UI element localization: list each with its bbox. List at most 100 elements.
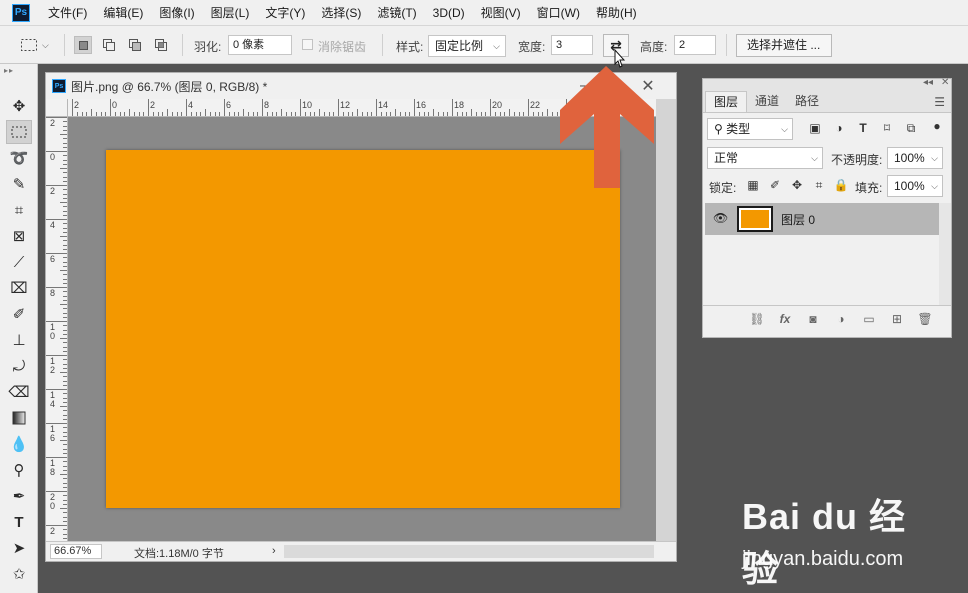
- filter-toggle-icon[interactable]: ●: [929, 119, 945, 133]
- ruler-minor-tick: [119, 112, 121, 116]
- fill-field[interactable]: 100% ⌵: [887, 175, 943, 197]
- panel-header[interactable]: ◂◂ ✕: [703, 77, 951, 91]
- path-selection-tool-icon[interactable]: ➤: [6, 536, 32, 560]
- smart-object-filter-icon[interactable]: ⧉: [903, 121, 919, 136]
- ruler-minor-tick: [494, 112, 496, 116]
- height-input[interactable]: 2: [674, 35, 716, 55]
- collapse-panel-icon[interactable]: ◂◂: [923, 77, 933, 88]
- ruler-minor-tick: [63, 121, 67, 123]
- menu-edit[interactable]: 编辑(E): [95, 0, 151, 26]
- menu-image[interactable]: 图像(I): [151, 0, 202, 26]
- layers-scrollbar[interactable]: [939, 203, 951, 305]
- ruler-minor-tick: [100, 112, 102, 116]
- adjustment-layer-icon[interactable]: ◑: [833, 312, 849, 326]
- custom-shape-tool-icon[interactable]: ✩: [6, 562, 32, 586]
- menu-window[interactable]: 窗口(W): [529, 0, 588, 26]
- panel-menu-icon[interactable]: ☰: [934, 95, 945, 109]
- canvas-image[interactable]: [106, 150, 620, 508]
- frame-tool-icon[interactable]: ⊠: [6, 224, 32, 248]
- type-tool-icon[interactable]: T: [6, 510, 32, 534]
- opacity-field[interactable]: 100% ⌵: [887, 147, 943, 169]
- blend-mode-select[interactable]: 正常 ⌵: [707, 147, 823, 169]
- dodge-tool-icon[interactable]: ⚲: [6, 458, 32, 482]
- layers-list-empty[interactable]: [705, 235, 939, 305]
- crop-tool-icon[interactable]: ⌗: [6, 198, 32, 222]
- add-selection-button[interactable]: [100, 36, 118, 54]
- lock-transparent-icon[interactable]: ▦: [745, 178, 761, 192]
- fx-icon[interactable]: fx: [777, 312, 793, 326]
- status-menu-arrow[interactable]: ›: [272, 545, 276, 557]
- menu-file[interactable]: 文件(F): [40, 0, 95, 26]
- lock-all-icon[interactable]: 🔒: [833, 178, 849, 192]
- vertical-scrollbar[interactable]: [656, 117, 676, 543]
- menu-type[interactable]: 文字(Y): [257, 0, 313, 26]
- layers-panel: ◂◂ ✕ 图层 通道 路径 ☰ ⚲ 类型 ⌵ ▣ ◑ T ⌑ ⧉ ● 正常 ⌵ …: [702, 77, 952, 338]
- healing-brush-tool-icon[interactable]: ⌧: [6, 276, 32, 300]
- layer-name[interactable]: 图层 0: [781, 211, 815, 228]
- ruler-minor-tick: [63, 142, 67, 144]
- ruler-minor-tick: [471, 109, 472, 116]
- ruler-origin[interactable]: [46, 99, 68, 117]
- tab-paths[interactable]: 路径: [787, 91, 827, 112]
- tool-preset-picker[interactable]: ⌵: [20, 36, 54, 54]
- subtract-selection-button[interactable]: [126, 36, 144, 54]
- gradient-tool-icon[interactable]: [6, 406, 32, 430]
- eraser-tool-icon[interactable]: ⌫: [6, 380, 32, 404]
- adjustment-filter-icon[interactable]: ◑: [831, 121, 847, 135]
- ruler-minor-tick: [366, 112, 368, 116]
- pixel-filter-icon[interactable]: ▣: [807, 121, 823, 135]
- ruler-minor-tick: [461, 112, 463, 116]
- menu-help[interactable]: 帮助(H): [588, 0, 645, 26]
- style-select[interactable]: 固定比例 ⌵: [428, 35, 506, 57]
- ruler-minor-tick: [409, 112, 411, 116]
- ruler-label: 0: [50, 152, 56, 162]
- document-info[interactable]: 文档:1.18M/0 字节: [134, 545, 224, 561]
- zoom-level-field[interactable]: 66.67%: [50, 544, 102, 559]
- ruler-minor-tick: [162, 112, 164, 116]
- pen-tool-icon[interactable]: ✒: [6, 484, 32, 508]
- tab-channels[interactable]: 通道: [747, 91, 787, 112]
- horizontal-scrollbar[interactable]: [284, 545, 654, 558]
- layer-thumbnail[interactable]: [737, 206, 773, 232]
- menu-view[interactable]: 视图(V): [473, 0, 529, 26]
- new-layer-icon[interactable]: ⊞: [889, 312, 905, 326]
- intersect-selection-button[interactable]: [152, 36, 170, 54]
- menu-layer[interactable]: 图层(L): [203, 0, 258, 26]
- add-mask-icon[interactable]: ◙: [805, 312, 821, 326]
- quick-selection-tool-icon[interactable]: ✎: [6, 172, 32, 196]
- lock-image-icon[interactable]: ✐: [767, 178, 783, 192]
- move-tool-icon[interactable]: ✥: [6, 94, 32, 118]
- ruler-minor-tick: [551, 112, 553, 116]
- eyedropper-tool-icon[interactable]: ⟋: [6, 250, 32, 274]
- layer-row[interactable]: 👁 图层 0: [705, 203, 939, 235]
- menu-3d[interactable]: 3D(D): [425, 0, 473, 26]
- lock-position-icon[interactable]: ✥: [789, 178, 805, 192]
- eye-icon[interactable]: 👁: [713, 211, 728, 225]
- marquee-preset-icon: [21, 39, 37, 51]
- vertical-ruler[interactable]: 2 0 2 4 6 8 1 0 1 2 1 4 1 6 1 8 2 0 2: [46, 117, 68, 543]
- link-layers-icon[interactable]: ⛓: [749, 312, 765, 326]
- clone-stamp-tool-icon[interactable]: ⊥: [6, 328, 32, 352]
- type-filter-icon[interactable]: T: [855, 121, 871, 135]
- new-group-icon[interactable]: ▭: [861, 312, 877, 326]
- select-and-mask-button[interactable]: 选择并遮住 ...: [736, 34, 832, 57]
- menu-select[interactable]: 选择(S): [313, 0, 369, 26]
- close-panel-icon[interactable]: ✕: [941, 77, 949, 88]
- blur-tool-icon[interactable]: 💧: [6, 432, 32, 456]
- panel-collapse-icon[interactable]: ▸▸: [4, 66, 14, 75]
- rect-marquee-tool-icon[interactable]: [6, 120, 32, 144]
- antialias-checkbox[interactable]: [302, 39, 313, 50]
- trash-icon[interactable]: 🗑: [917, 312, 933, 326]
- filter-kind-select[interactable]: ⚲ 类型 ⌵: [707, 118, 793, 140]
- brush-tool-icon[interactable]: ✐: [6, 302, 32, 326]
- menu-filter[interactable]: 滤镜(T): [369, 0, 424, 26]
- history-brush-tool-icon[interactable]: ⤾: [6, 354, 32, 378]
- new-selection-button[interactable]: [74, 36, 92, 54]
- width-input[interactable]: 3: [551, 35, 593, 55]
- tab-layers[interactable]: 图层: [705, 91, 748, 112]
- lasso-tool-icon[interactable]: ➰: [6, 146, 32, 170]
- feather-input[interactable]: 0 像素: [228, 35, 292, 55]
- ruler-minor-tick: [485, 112, 487, 116]
- shape-filter-icon[interactable]: ⌑: [879, 121, 895, 135]
- lock-artboard-icon[interactable]: ⌗: [811, 178, 827, 193]
